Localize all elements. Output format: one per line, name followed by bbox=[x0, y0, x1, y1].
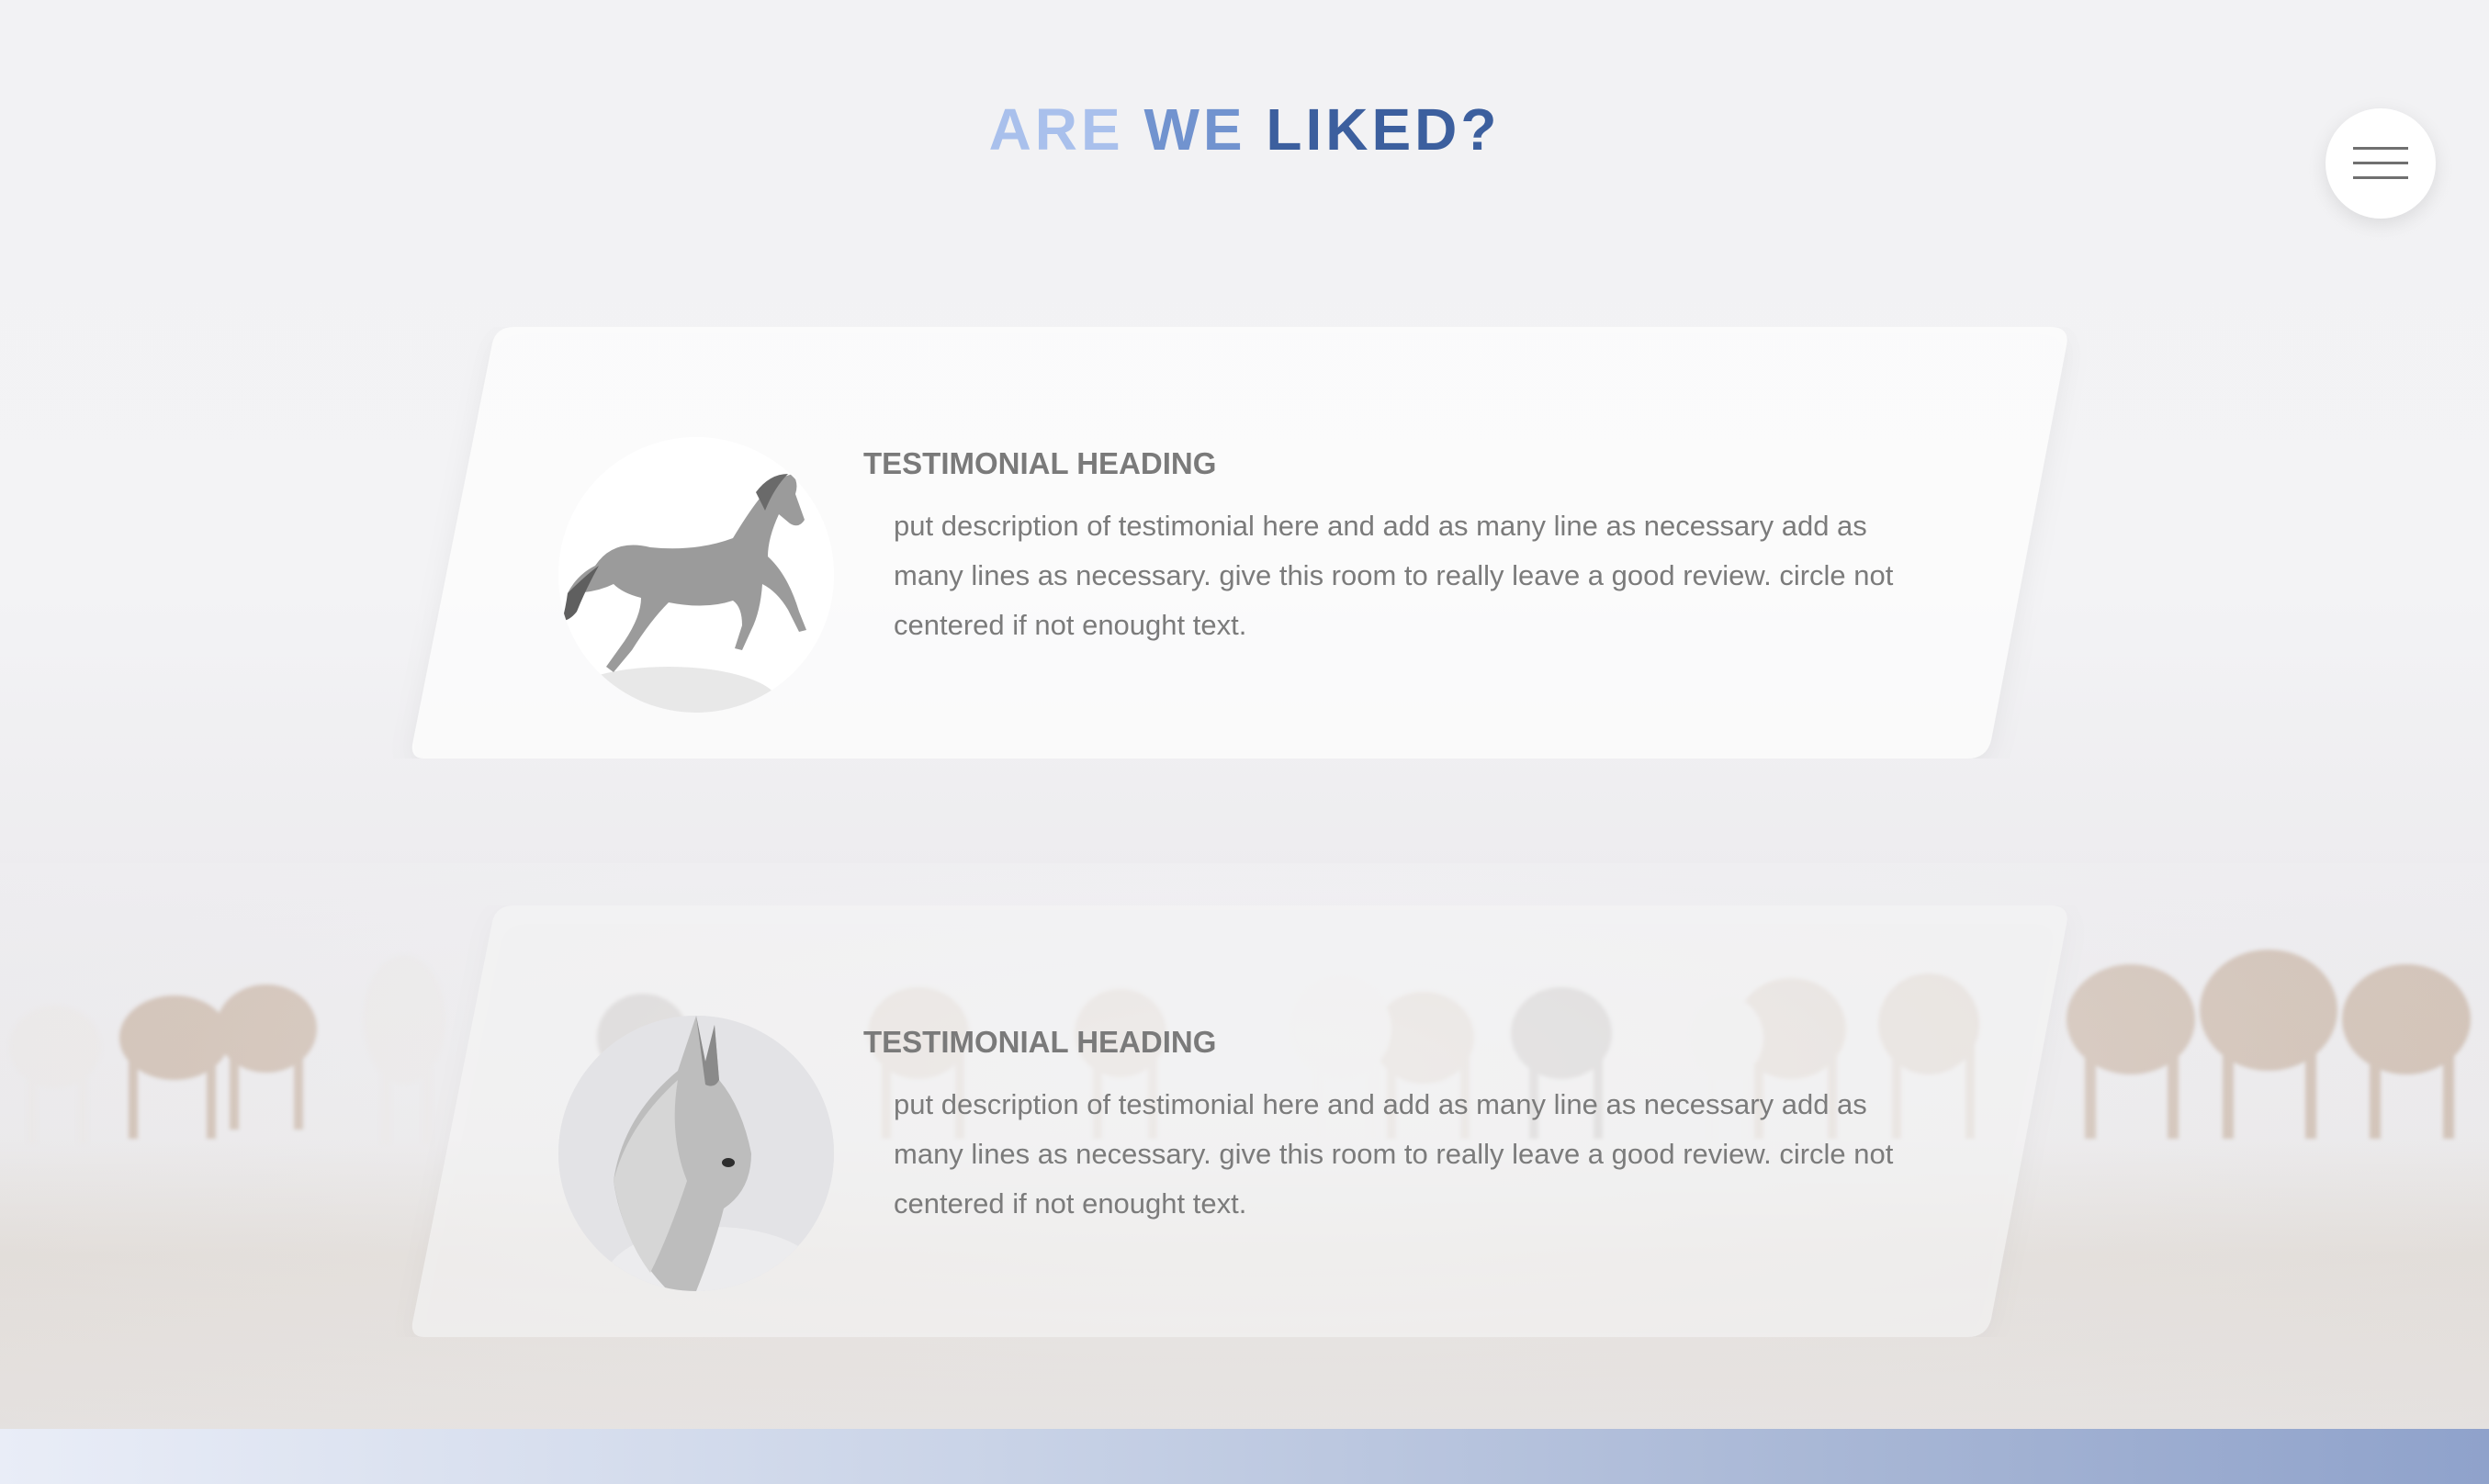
testimonial-heading: TESTIMONIAL HEADING bbox=[863, 446, 1217, 480]
title-word-liked: LIKED? bbox=[1266, 96, 1501, 163]
hamburger-menu-icon bbox=[2353, 147, 2408, 179]
testimonial-card: TESTIMONIAL HEADING put description of t… bbox=[0, 905, 2489, 1337]
menu-button[interactable] bbox=[2326, 108, 2436, 219]
testimonial-avatar bbox=[558, 1016, 834, 1291]
testimonial-avatar bbox=[558, 437, 834, 713]
testimonial-card: TESTIMONIAL HEADING put description of t… bbox=[0, 327, 2489, 759]
horse-head-icon bbox=[558, 1016, 834, 1291]
testimonial-heading: TESTIMONIAL HEADING bbox=[863, 1025, 1217, 1059]
testimonial-description: put description of testimonial here and … bbox=[894, 1088, 1894, 1220]
title-word-are: ARE bbox=[988, 96, 1124, 163]
page-title: ARE WE LIKED? bbox=[0, 96, 2489, 163]
title-word-we: WE bbox=[1143, 96, 1246, 163]
testimonial-description: put description of testimonial here and … bbox=[894, 510, 1894, 641]
rearing-horse-icon bbox=[558, 437, 834, 713]
footer-bar bbox=[0, 1429, 2489, 1484]
